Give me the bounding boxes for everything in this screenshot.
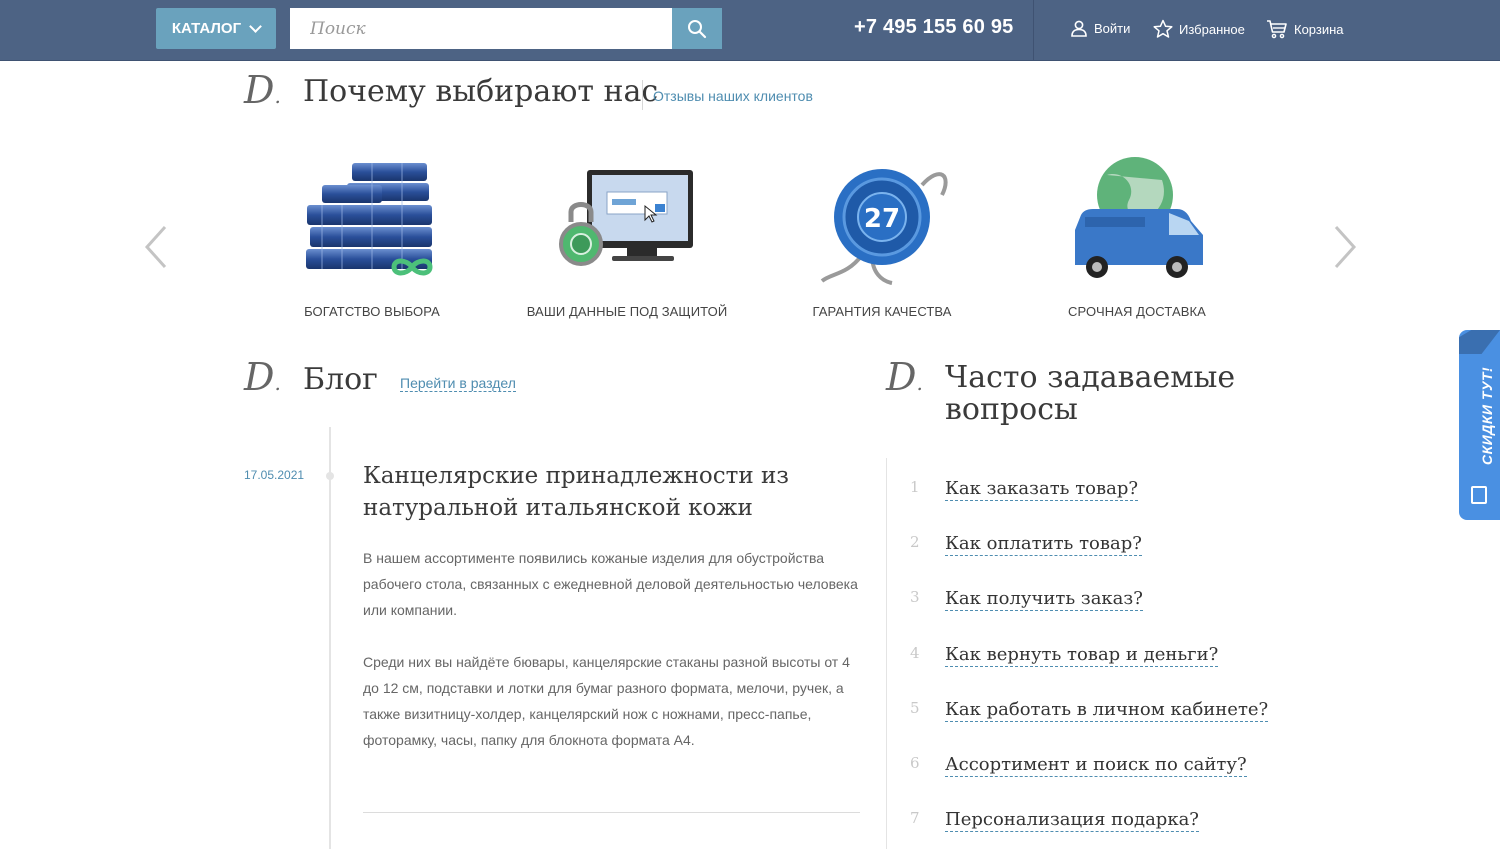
post-paragraph: Среди них вы найдёте бювары, канцелярски… bbox=[363, 654, 850, 748]
catalog-button[interactable]: КАТАЛОГ bbox=[156, 8, 276, 49]
logo-letter: D bbox=[886, 355, 917, 399]
login-link[interactable]: Войти bbox=[1070, 19, 1130, 37]
why-us-title: Почему выбирают нас bbox=[303, 74, 659, 109]
faq-number: 6 bbox=[910, 754, 920, 772]
seal-number: 27 bbox=[864, 204, 900, 234]
books-icon bbox=[306, 163, 433, 276]
faq-question[interactable]: Ассортимент и поиск по сайту? bbox=[945, 754, 1247, 777]
brand-logo-mark: D. bbox=[244, 355, 281, 399]
feature-label: ГАРАНТИЯ КАЧЕСТВА bbox=[812, 304, 952, 319]
phone-number[interactable]: +7 495 155 60 95 bbox=[854, 16, 1013, 39]
post-title[interactable]: Канцелярские принадлежности из натуральн… bbox=[363, 460, 843, 524]
tab-fold bbox=[1459, 330, 1500, 354]
search-input[interactable] bbox=[290, 8, 672, 49]
discount-icon bbox=[1471, 486, 1487, 504]
cart-link[interactable]: Корзина bbox=[1266, 19, 1344, 39]
faq-number: 4 bbox=[910, 644, 920, 662]
timeline-dot bbox=[326, 472, 334, 480]
faq-title: Часто задаваемые вопросы bbox=[945, 362, 1235, 426]
title-separator bbox=[642, 80, 643, 110]
favorites-label: Избранное bbox=[1179, 21, 1245, 37]
user-icon bbox=[1071, 20, 1087, 37]
favorites-link[interactable]: Избранное bbox=[1153, 19, 1245, 39]
faq-number: 5 bbox=[910, 699, 920, 717]
brand-logo-mark: D. bbox=[886, 355, 923, 399]
feature-delivery[interactable]: СРОЧНАЯ ДОСТАВКА bbox=[1027, 150, 1247, 319]
cart-icon bbox=[1267, 20, 1287, 39]
faq-number: 1 bbox=[910, 478, 920, 496]
header-divider bbox=[1033, 0, 1034, 61]
post-paragraph: В нашем ассортименте появились кожаные и… bbox=[363, 550, 858, 618]
brand-logo-mark: D. bbox=[244, 68, 281, 112]
login-label: Войти bbox=[1094, 20, 1131, 36]
faq-number: 3 bbox=[910, 588, 920, 606]
logo-letter: D bbox=[244, 68, 275, 112]
reviews-link[interactable]: Отзывы наших клиентов bbox=[653, 88, 813, 104]
secure-monitor-icon bbox=[559, 170, 693, 266]
faq-question[interactable]: Как оплатить товар? bbox=[945, 533, 1142, 556]
feature-label: БОГАТСТВО ВЫБОРА bbox=[304, 304, 440, 319]
feature-label: СРОЧНАЯ ДОСТАВКА bbox=[1068, 304, 1206, 319]
faq-question[interactable]: Как работать в личном кабинете? bbox=[945, 699, 1269, 722]
feature-security[interactable]: ВАШИ ДАННЫЕ ПОД ЗАЩИТОЙ bbox=[517, 150, 737, 319]
blog-section-link[interactable]: Перейти в раздел bbox=[400, 375, 516, 392]
discount-label: СКИДКИ ТУТ! bbox=[1479, 366, 1495, 465]
feature-quality[interactable]: 27 ГАРАНТИЯ КАЧЕСТВА bbox=[772, 150, 992, 319]
catalog-label: КАТАЛОГ bbox=[171, 20, 242, 37]
feature-choice[interactable]: БОГАТСТВО ВЫБОРА bbox=[262, 150, 482, 319]
faq-question[interactable]: Как получить заказ? bbox=[945, 588, 1143, 611]
faq-number: 7 bbox=[910, 809, 920, 827]
carousel-prev-arrow[interactable] bbox=[143, 225, 169, 269]
feature-label: ВАШИ ДАННЫЕ ПОД ЗАЩИТОЙ bbox=[526, 304, 728, 319]
chevron-down-icon bbox=[249, 19, 262, 33]
faq-question[interactable]: Персонализация подарка? bbox=[945, 809, 1199, 832]
faq-title-line: Часто задаваемые bbox=[945, 360, 1236, 395]
top-header: КАТАЛОГ +7 495 155 60 95 Войти Избранное… bbox=[0, 0, 1500, 61]
faq-question[interactable]: Как вернуть товар и деньги? bbox=[945, 644, 1219, 667]
delivery-van-icon bbox=[1075, 157, 1203, 278]
blog-timeline bbox=[329, 427, 331, 849]
faq-question[interactable]: Как заказать товар? bbox=[945, 478, 1139, 501]
post-date: 17.05.2021 bbox=[244, 468, 305, 482]
discount-side-tab[interactable]: СКИДКИ ТУТ! bbox=[1459, 330, 1500, 520]
faq-title-line: вопросы bbox=[945, 392, 1078, 427]
quality-seal-icon: 27 bbox=[820, 169, 948, 285]
star-icon bbox=[1153, 19, 1173, 38]
post-divider bbox=[363, 812, 860, 813]
faq-number: 2 bbox=[910, 533, 920, 551]
search-button[interactable] bbox=[672, 8, 722, 49]
search-icon bbox=[688, 19, 707, 38]
faq-divider bbox=[886, 458, 887, 849]
blog-title: Блог bbox=[303, 362, 378, 397]
cart-label: Корзина bbox=[1294, 21, 1344, 37]
logo-letter: D bbox=[244, 355, 275, 399]
carousel-next-arrow[interactable] bbox=[1332, 225, 1358, 269]
